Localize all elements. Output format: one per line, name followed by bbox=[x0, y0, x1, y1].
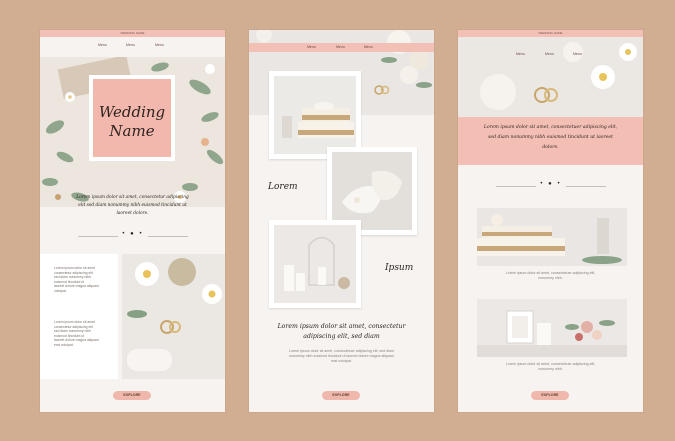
candles-photo bbox=[274, 225, 356, 303]
wedding-template-card-1: WEDDING NAME Menu Menu Menu Wedding Name… bbox=[40, 30, 225, 412]
frame-flowers-photo bbox=[477, 299, 627, 357]
cake-photo bbox=[274, 76, 356, 154]
explore-button[interactable]: EXPLORE bbox=[322, 391, 360, 400]
divider-dots: • ● • bbox=[540, 181, 562, 187]
divider-dots: • ● • bbox=[122, 231, 144, 237]
nav-link-2[interactable]: Menu bbox=[545, 52, 554, 56]
nav-bar: Menu Menu Menu bbox=[40, 43, 225, 51]
body-text: Lorem ipsum dolor sit amet, consectetuer… bbox=[264, 349, 419, 364]
explore-button[interactable]: EXPLORE bbox=[113, 391, 151, 400]
col-b-line-6: erat volutpat. bbox=[54, 342, 74, 347]
band-line-3: dolore. bbox=[542, 145, 559, 150]
nav-link-1[interactable]: Menu bbox=[307, 45, 316, 49]
nav-bar: Menu Menu Menu bbox=[249, 45, 434, 53]
label-lorem: Lorem bbox=[268, 182, 298, 192]
nav-link-2[interactable]: Menu bbox=[126, 43, 135, 47]
caption-1-line-2: nonummy nibh. bbox=[538, 276, 563, 280]
top-banner-text: WEDDING NAME bbox=[538, 31, 563, 35]
nav-link-3[interactable]: Menu bbox=[155, 43, 164, 47]
divider-right bbox=[566, 186, 606, 187]
nav-link-1[interactable]: Menu bbox=[98, 43, 107, 47]
nav-link-1[interactable]: Menu bbox=[516, 52, 525, 56]
intro-line-3: laoreet dolore. bbox=[116, 211, 149, 216]
hero-floral-photo: Wedding Name bbox=[40, 57, 225, 207]
col-a-line-6: volutpat. bbox=[54, 288, 67, 293]
caption-2-line-2: nonummy nibh. bbox=[538, 367, 563, 371]
band-line-1: Lorem ipsum dolor sit amet, consectetuer… bbox=[483, 125, 618, 130]
wedding-template-card-2: Menu Menu Menu Lorem Ipsum Lorem ipsum d… bbox=[249, 30, 434, 412]
top-banner: WEDDING NAME bbox=[40, 30, 225, 37]
explore-button[interactable]: EXPLORE bbox=[531, 391, 569, 400]
intro-line-2: elit sed diam nonummy nibh euismod tinci… bbox=[78, 203, 187, 208]
top-banner: WEDDING NAME bbox=[458, 30, 643, 37]
divider-right bbox=[148, 236, 188, 237]
label-ipsum: Ipsum bbox=[385, 263, 414, 273]
heading-line-1: Lorem ipsum dolor sit amet, consectetur bbox=[277, 323, 406, 330]
heading: Lorem ipsum dolor sit amet, consectetur … bbox=[259, 322, 424, 342]
header-rings-photo bbox=[458, 37, 643, 117]
hero-title-line1: Wedding bbox=[98, 103, 166, 121]
intro-text: Lorem ipsum dolor sit amet, consectetur … bbox=[54, 194, 211, 218]
cake-photo bbox=[477, 208, 627, 266]
body-line-3: erat volutpat. bbox=[331, 359, 352, 363]
candles-photo-frame bbox=[269, 220, 361, 308]
divider-left bbox=[496, 186, 536, 187]
nav-link-2[interactable]: Menu bbox=[336, 45, 345, 49]
band-line-2: sed diam nonummy nibh euismod tincidunt … bbox=[488, 135, 613, 140]
nav-link-3[interactable]: Menu bbox=[573, 52, 582, 56]
nav-link-3[interactable]: Menu bbox=[364, 45, 373, 49]
top-banner-text: WEDDING NAME bbox=[120, 31, 145, 35]
caption-2: Lorem ipsum dolor sit amet, consectetuer… bbox=[473, 362, 628, 372]
nav-bar: Menu Menu Menu bbox=[458, 52, 643, 60]
rings-flowers-photo bbox=[122, 254, 225, 379]
wedding-template-card-3: WEDDING NAME Menu Menu Menu Lorem ipsum … bbox=[458, 30, 643, 412]
hero-title-box: Wedding Name bbox=[89, 75, 175, 161]
heading-line-2: adipiscing elit, sed diam bbox=[303, 333, 380, 340]
text-column: Lorem ipsum dolor sit amet consectetur a… bbox=[40, 254, 118, 379]
intro-line-1: Lorem ipsum dolor sit amet, consectetur … bbox=[76, 195, 189, 200]
hero-title-line2: Name bbox=[109, 122, 155, 140]
shoes-photo bbox=[332, 152, 412, 230]
caption-1: Lorem ipsum dolor sit amet, consectetuer… bbox=[473, 271, 628, 281]
pink-intro-band: Lorem ipsum dolor sit amet, consectetuer… bbox=[458, 117, 643, 165]
cake-photo-frame bbox=[269, 71, 361, 159]
divider-left bbox=[78, 236, 118, 237]
